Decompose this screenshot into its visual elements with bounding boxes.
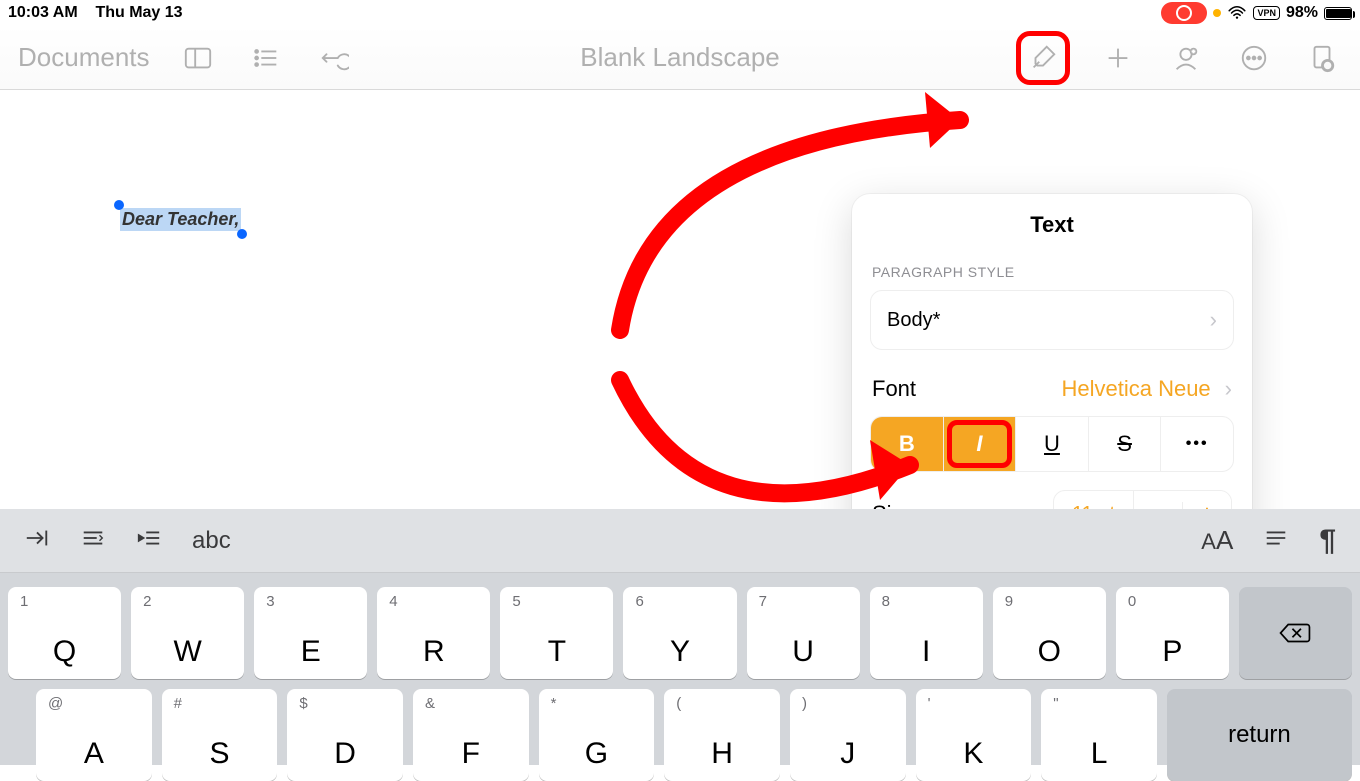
align-left-icon[interactable] <box>80 525 106 556</box>
document-title[interactable]: Blank Landscape <box>580 42 779 73</box>
keyboard-row-1: 1Q2W3E4R5T6Y7U8I9O0P <box>8 587 1352 679</box>
key-K[interactable]: 'K <box>916 689 1032 781</box>
more-format-button[interactable]: ••• <box>1161 417 1233 471</box>
key-Q[interactable]: 1Q <box>8 587 121 679</box>
key-W[interactable]: 2W <box>131 587 244 679</box>
key-S[interactable]: #S <box>162 689 278 781</box>
format-popover: Text PARAGRAPH STYLE Body* › Font Helvet… <box>852 194 1252 548</box>
italic-highlight <box>947 420 1013 468</box>
selected-text[interactable]: Dear Teacher, <box>120 208 241 231</box>
sidebar-toggle-icon[interactable] <box>178 38 218 78</box>
key-Y[interactable]: 6Y <box>623 587 736 679</box>
add-icon[interactable] <box>1098 38 1138 78</box>
text-size-button[interactable]: AA <box>1201 525 1233 556</box>
key-J[interactable]: )J <box>790 689 906 781</box>
strike-button[interactable]: S <box>1089 417 1162 471</box>
status-bar: 10:03 AM Thu May 13 VPN 98% <box>0 0 1360 26</box>
key-D[interactable]: $D <box>287 689 403 781</box>
battery-percent: 98% <box>1286 4 1318 22</box>
underline-button[interactable]: U <box>1016 417 1089 471</box>
key-U[interactable]: 7U <box>747 587 860 679</box>
popover-title: Text <box>852 212 1252 238</box>
bold-button[interactable]: B <box>871 417 944 471</box>
status-date: Thu May 13 <box>95 4 182 21</box>
chevron-right-icon: › <box>1225 376 1232 402</box>
location-dot-icon <box>1213 9 1221 17</box>
key-H[interactable]: (H <box>664 689 780 781</box>
key-F[interactable]: &F <box>413 689 529 781</box>
status-time: 10:03 AM <box>8 4 78 21</box>
font-row[interactable]: Font Helvetica Neue › <box>870 376 1234 402</box>
paragraph-style-value: Body* <box>887 309 940 332</box>
key-O[interactable]: 9O <box>993 587 1106 679</box>
abc-button[interactable]: abc <box>192 527 231 555</box>
documents-back-button[interactable]: Documents <box>18 42 150 73</box>
pilcrow-icon[interactable]: ¶ <box>1319 524 1336 558</box>
chevron-right-icon: › <box>1210 307 1217 333</box>
battery-icon <box>1324 7 1352 20</box>
collaborate-icon[interactable] <box>1166 38 1206 78</box>
key-G[interactable]: *G <box>539 689 655 781</box>
keyboard-row-2: @A#S$D&F*G(H)J'K"Lreturn <box>8 689 1352 781</box>
format-brush-highlight <box>1016 31 1070 85</box>
paragraph-align-icon[interactable] <box>1263 525 1289 556</box>
keyboard-shortcut-bar: abc AA ¶ <box>0 509 1360 573</box>
tab-indent-icon[interactable] <box>24 525 50 556</box>
more-icon[interactable] <box>1234 38 1274 78</box>
list-indent-icon[interactable] <box>136 525 162 556</box>
key-A[interactable]: @A <box>36 689 152 781</box>
undo-icon[interactable] <box>314 38 354 78</box>
status-left: 10:03 AM Thu May 13 <box>8 4 183 22</box>
key-R[interactable]: 4R <box>377 587 490 679</box>
list-icon[interactable] <box>246 38 286 78</box>
italic-button[interactable]: I <box>944 417 1017 471</box>
font-value: Helvetica Neue <box>1061 376 1210 402</box>
screen-record-icon[interactable] <box>1161 2 1207 24</box>
document-canvas[interactable]: Dear Teacher, Text PARAGRAPH STYLE Body*… <box>0 90 1360 510</box>
status-right: VPN 98% <box>1161 2 1352 24</box>
key-T[interactable]: 5T <box>500 587 613 679</box>
key-E[interactable]: 3E <box>254 587 367 679</box>
backspace-key[interactable] <box>1239 587 1352 679</box>
vpn-badge: VPN <box>1253 6 1280 20</box>
format-buttons-row: B I U S ••• <box>870 416 1234 472</box>
format-brush-icon[interactable] <box>1023 38 1063 78</box>
font-label: Font <box>872 376 916 402</box>
document-options-icon[interactable] <box>1302 38 1342 78</box>
key-P[interactable]: 0P <box>1116 587 1229 679</box>
wifi-icon <box>1227 6 1247 20</box>
keyboard: 1Q2W3E4R5T6Y7U8I9O0P @A#S$D&F*G(H)J'K"Lr… <box>0 573 1360 765</box>
return-key[interactable]: return <box>1167 689 1352 781</box>
paragraph-style-row[interactable]: Body* › <box>870 290 1234 350</box>
key-L[interactable]: "L <box>1041 689 1157 781</box>
toolbar: Documents Blank Landscape <box>0 26 1360 90</box>
paragraph-style-label: PARAGRAPH STYLE <box>872 264 1232 280</box>
key-I[interactable]: 8I <box>870 587 983 679</box>
